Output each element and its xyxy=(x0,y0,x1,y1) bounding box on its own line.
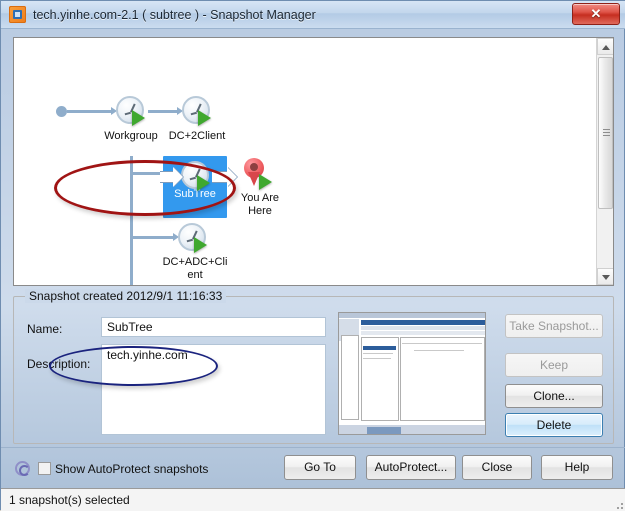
show-autoprotect-checkbox[interactable] xyxy=(38,462,51,475)
snapshot-clock-icon xyxy=(182,96,212,126)
scrollbar-grip-icon xyxy=(603,129,610,136)
go-to-button[interactable]: Go To xyxy=(284,455,356,480)
name-label: Name: xyxy=(27,322,63,336)
you-are-here-label-line2: Here xyxy=(248,205,272,217)
show-autoprotect-label: Show AutoProtect snapshots xyxy=(55,462,209,476)
play-arrow-icon xyxy=(194,237,207,253)
bottom-separator xyxy=(1,447,625,448)
chevron-up-icon xyxy=(602,45,610,50)
connector-workgroup-dc2client xyxy=(148,110,179,113)
play-arrow-icon xyxy=(132,110,145,126)
snapshot-manager-window: tech.yinhe.com-2.1 ( subtree ) - Snapsho… xyxy=(0,0,625,511)
refresh-icon[interactable] xyxy=(15,461,30,476)
take-snapshot-button[interactable]: Take Snapshot... xyxy=(505,314,603,338)
you-are-here-play-icon xyxy=(259,174,272,190)
help-button[interactable]: Help xyxy=(541,455,613,480)
tree-root-dot xyxy=(56,106,67,117)
titlebar: tech.yinhe.com-2.1 ( subtree ) - Snapsho… xyxy=(1,1,625,29)
annotation-ellipse-description xyxy=(49,346,218,386)
close-icon: ✕ xyxy=(590,6,602,21)
annotation-ellipse-subtree xyxy=(54,160,236,216)
chevron-down-icon xyxy=(602,275,610,280)
snapshot-tree-canvas[interactable]: Workgroup DC+2Client SubTree You Are Her… xyxy=(14,38,597,285)
scrollbar-thumb[interactable] xyxy=(598,57,613,209)
tree-node-label-dcadcclient-line2: ent xyxy=(187,269,203,281)
resize-grip-icon[interactable] xyxy=(613,499,623,509)
snapshot-tree-panel[interactable]: Workgroup DC+2Client SubTree You Are Her… xyxy=(13,37,614,286)
status-bar: 1 snapshot(s) selected xyxy=(1,488,625,511)
tree-node-dcadcclient[interactable] xyxy=(178,223,216,253)
snapshot-clock-icon xyxy=(178,223,208,253)
close-button[interactable]: Close xyxy=(462,455,532,480)
close-window-button[interactable]: ✕ xyxy=(572,3,620,25)
delete-button[interactable]: Delete xyxy=(505,413,603,437)
snapshot-preview-thumbnail xyxy=(338,312,486,435)
vmware-app-icon xyxy=(9,6,26,23)
scroll-down-button[interactable] xyxy=(597,268,613,285)
connector-root-workgroup xyxy=(67,110,113,113)
clone-button[interactable]: Clone... xyxy=(505,384,603,408)
keep-button[interactable]: Keep xyxy=(505,353,603,377)
tree-node-label-dcadcclient-line1: DC+ADC+Cli xyxy=(162,256,228,268)
play-arrow-icon xyxy=(198,110,211,126)
tree-node-label-dc2client: DC+2Client xyxy=(168,130,226,142)
scroll-up-button[interactable] xyxy=(597,38,613,55)
you-are-here-label-line1: You Are xyxy=(240,192,280,204)
status-text: 1 snapshot(s) selected xyxy=(9,493,130,507)
window-title: tech.yinhe.com-2.1 ( subtree ) - Snapsho… xyxy=(33,8,316,22)
autoprotect-button[interactable]: AutoProtect... xyxy=(366,455,456,480)
snapshot-clock-icon xyxy=(116,96,146,126)
snapshot-created-label: Snapshot created 2012/9/1 11:16:33 xyxy=(25,289,227,303)
snapshot-name-input[interactable] xyxy=(101,317,326,337)
connector-branch-dcadcclient xyxy=(133,236,175,239)
tree-node-dc2client[interactable] xyxy=(182,96,220,126)
tree-vertical-scrollbar[interactable] xyxy=(596,38,613,285)
